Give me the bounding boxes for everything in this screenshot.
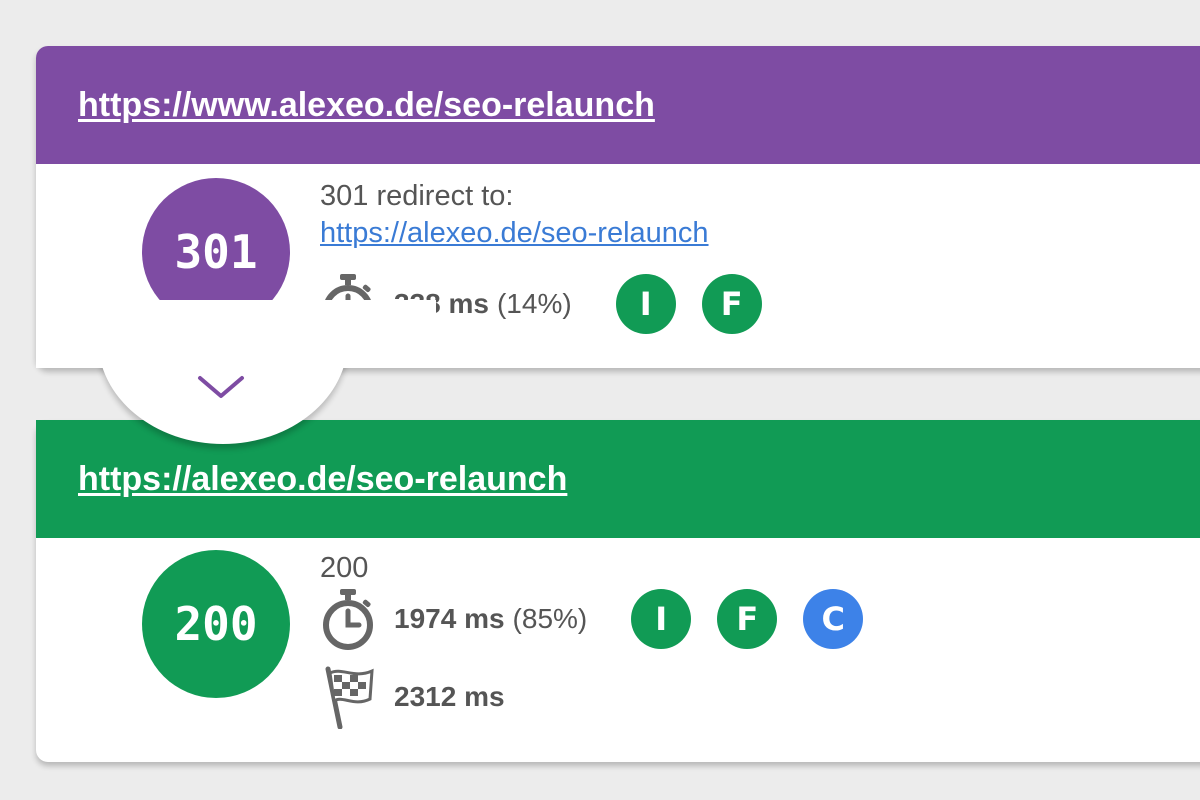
tab-cover (36, 300, 436, 368)
response-time: 1974 ms (394, 603, 505, 634)
checkered-flag-icon (325, 666, 374, 729)
redirect-target-link[interactable]: https://alexeo.de/seo-relaunch (320, 217, 709, 250)
status-text: 200 (320, 552, 369, 584)
final-hop-card: https://alexeo.de/seo-relaunch 200 200 1… (36, 420, 1200, 762)
hop-url-link[interactable]: https://www.alexeo.de/seo-relaunch (78, 86, 655, 125)
status-text: 301 redirect to: (320, 180, 514, 212)
response-time-percent: (14%) (496, 288, 572, 319)
hop-header: https://www.alexeo.de/seo-relaunch (36, 46, 1200, 164)
hop-info: 200 1974 ms (85%) I F C 2312 ms (320, 552, 864, 729)
hop-url-link[interactable]: https://alexeo.de/seo-relaunch (78, 460, 567, 499)
status-code-badge: 200 (142, 550, 290, 698)
badge-f[interactable]: F (717, 589, 778, 649)
badge-group: I F (615, 274, 762, 334)
total-time-row: 2312 ms (320, 665, 863, 729)
response-time-percent: (85%) (512, 603, 588, 634)
timing-row: 1974 ms (85%) I F C (320, 587, 864, 651)
total-time: 2312 ms (394, 681, 505, 712)
badge-f[interactable]: F (701, 274, 762, 334)
badge-i[interactable]: I (631, 589, 692, 649)
stopwatch-icon (323, 589, 373, 650)
badge-i[interactable]: I (615, 274, 676, 334)
badge-group: I F C (631, 589, 864, 649)
chevron-down-icon[interactable] (196, 372, 246, 402)
badge-c[interactable]: C (803, 589, 864, 649)
